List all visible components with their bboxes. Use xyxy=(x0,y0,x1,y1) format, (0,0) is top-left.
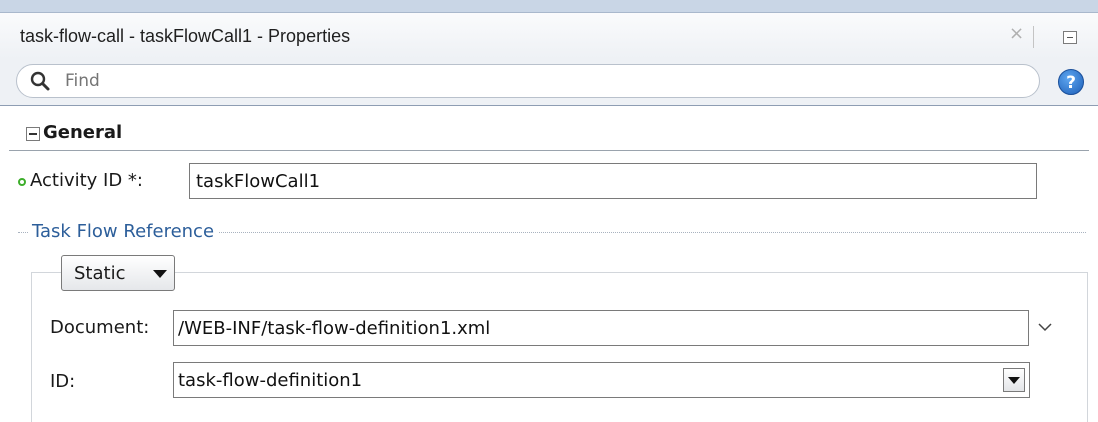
help-icon[interactable]: ? xyxy=(1058,69,1084,95)
close-icon[interactable]: × xyxy=(1009,23,1024,44)
search-icon xyxy=(30,71,50,91)
activity-id-input[interactable] xyxy=(189,163,1037,199)
activity-id-label: Activity ID *: xyxy=(30,170,143,191)
top-border-strip xyxy=(0,0,1098,13)
general-section-label: General xyxy=(43,122,123,143)
reference-mode-dropdown[interactable]: Static xyxy=(61,255,175,291)
dropdown-arrow-icon[interactable] xyxy=(1003,368,1025,392)
title-separator xyxy=(1033,26,1034,48)
id-select[interactable]: task-flow-definition1 xyxy=(173,362,1030,398)
collapse-icon[interactable] xyxy=(26,127,40,141)
chevron-down-icon[interactable] xyxy=(1037,322,1053,332)
panel-title-bar: task-flow-call - taskFlowCall1 - Propert… xyxy=(0,13,1098,59)
search-field[interactable] xyxy=(16,64,1040,98)
id-select-value: task-flow-definition1 xyxy=(178,370,363,391)
search-bar: ? xyxy=(0,59,1098,106)
required-indicator-icon xyxy=(18,178,26,186)
reference-mode-label: Static xyxy=(74,263,126,284)
document-label: Document: xyxy=(50,317,150,338)
task-flow-reference-group xyxy=(31,272,1088,422)
caret-down-icon xyxy=(153,270,167,278)
panel-title: task-flow-call - taskFlowCall1 - Propert… xyxy=(20,26,351,46)
search-input[interactable] xyxy=(65,69,965,93)
minimize-icon[interactable] xyxy=(1063,31,1077,44)
general-section-header[interactable]: General xyxy=(9,118,1089,151)
id-label: ID: xyxy=(50,371,76,392)
task-flow-reference-label: Task Flow Reference xyxy=(28,221,219,242)
document-input[interactable] xyxy=(173,310,1029,346)
